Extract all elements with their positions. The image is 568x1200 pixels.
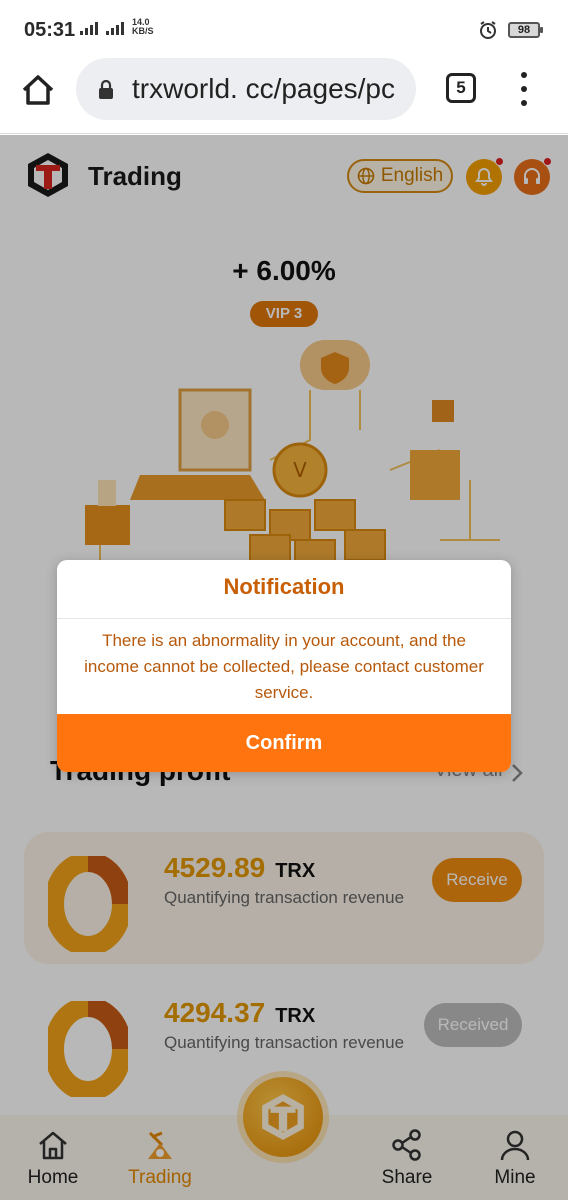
browser-menu-button[interactable]: [514, 72, 534, 106]
lock-icon: [99, 80, 113, 99]
status-bar: 05:31 14.0 KB/S 98: [0, 0, 568, 58]
notification-dialog: Notification There is an abnormality in …: [57, 560, 511, 772]
status-right: 98: [478, 20, 543, 40]
speed-unit: KB/S: [132, 26, 154, 36]
confirm-button[interactable]: Confirm: [57, 714, 511, 772]
home-outline-icon: [22, 75, 54, 105]
network-speed: 14.0 KB/S: [132, 18, 154, 36]
browser-toolbar: trxworld. cc/pages/pc 5: [0, 58, 568, 134]
signal-icon: [106, 22, 124, 35]
tab-switcher-button[interactable]: 5: [446, 73, 476, 103]
url-text: trxworld. cc/pages/pc: [132, 73, 395, 104]
url-bar[interactable]: trxworld. cc/pages/pc: [76, 58, 416, 120]
dialog-message: There is an abnormality in your account,…: [84, 631, 484, 702]
signal-icons: [80, 22, 124, 35]
battery-icon: 98: [508, 22, 543, 38]
dialog-divider: [57, 618, 511, 619]
dialog-title: Notification: [223, 574, 345, 599]
status-time: 05:31: [24, 19, 76, 41]
signal-icon: [80, 22, 98, 35]
browser-home-button[interactable]: [20, 72, 56, 108]
alarm-icon: [480, 21, 496, 39]
